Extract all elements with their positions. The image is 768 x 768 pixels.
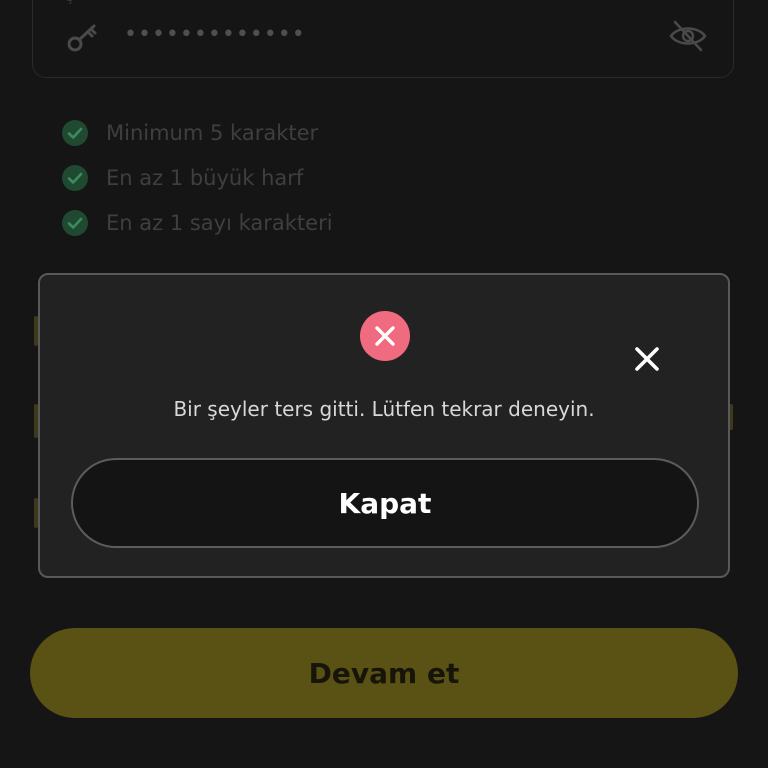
key-icon bbox=[66, 20, 100, 54]
rule-item: En az 1 büyük harf bbox=[62, 155, 333, 200]
error-x-icon bbox=[360, 311, 410, 361]
rule-label: En az 1 sayı karakteri bbox=[106, 210, 333, 235]
dialog-message: Bir şeyler ters gitti. Lütfen tekrar den… bbox=[173, 397, 595, 421]
rule-label: Minimum 5 karakter bbox=[106, 120, 319, 145]
check-circle-icon bbox=[62, 209, 88, 236]
rule-label: En az 1 büyük harf bbox=[106, 165, 304, 190]
close-icon[interactable] bbox=[632, 344, 662, 374]
rule-item: En az 1 sayı karakteri bbox=[62, 200, 333, 245]
password-field-label: Ş bbox=[66, 0, 74, 5]
error-dialog: Bir şeyler ters gitti. Lütfen tekrar den… bbox=[38, 273, 730, 578]
check-circle-icon bbox=[62, 164, 88, 191]
password-value[interactable]: ••••••••••••• bbox=[124, 22, 306, 47]
continue-button[interactable]: Devam et bbox=[30, 628, 738, 718]
password-rules: Minimum 5 karakter En az 1 büyük harf En… bbox=[62, 110, 333, 245]
check-circle-icon bbox=[62, 119, 88, 146]
rule-item: Minimum 5 karakter bbox=[62, 110, 333, 155]
close-dialog-button[interactable]: Kapat bbox=[71, 458, 699, 548]
eye-off-icon[interactable] bbox=[668, 18, 708, 54]
